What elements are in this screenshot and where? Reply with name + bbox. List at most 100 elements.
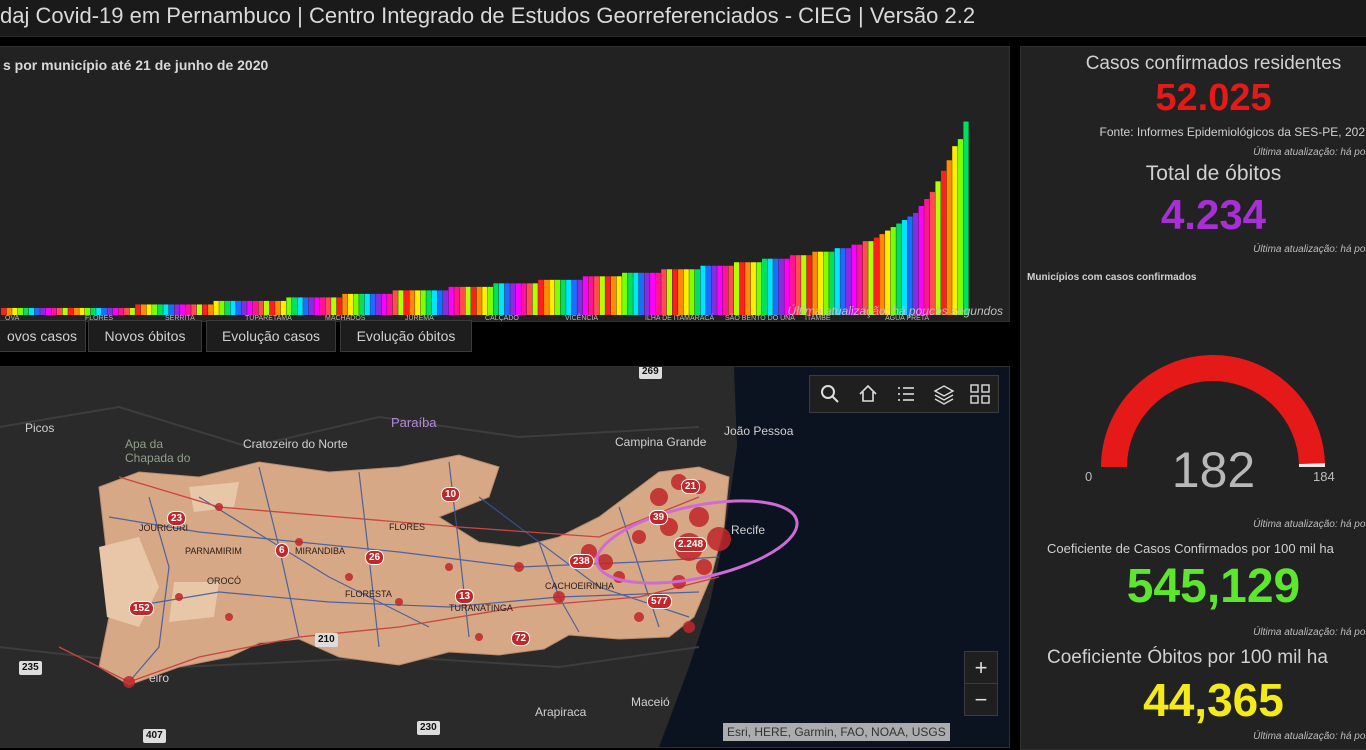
bar[interactable] (191, 304, 197, 315)
bar[interactable] (482, 286, 488, 315)
bar[interactable] (152, 304, 158, 315)
bar[interactable] (672, 269, 678, 315)
layers-icon[interactable] (930, 380, 958, 408)
bar[interactable] (12, 307, 18, 315)
bar[interactable] (633, 272, 639, 315)
bar[interactable] (610, 276, 617, 315)
case-badge[interactable]: 10 (441, 487, 461, 502)
bar[interactable] (543, 279, 549, 315)
bar[interactable] (616, 276, 622, 315)
bar[interactable] (263, 300, 270, 315)
bar[interactable] (538, 279, 544, 315)
bar[interactable] (706, 265, 712, 315)
bar-chart[interactable]: OVA FLORES SERRITA TUPARETAMA MACHADOS JUREMA… (0, 47, 1009, 321)
bar[interactable] (694, 269, 701, 315)
bar[interactable] (957, 139, 964, 315)
bar[interactable] (23, 307, 29, 315)
bar[interactable] (437, 290, 443, 315)
bar[interactable] (946, 160, 952, 315)
bar[interactable] (761, 258, 768, 315)
bar[interactable] (700, 265, 706, 315)
case-badge[interactable]: 238 (569, 554, 594, 569)
bar[interactable] (471, 286, 477, 315)
search-icon[interactable] (816, 380, 844, 408)
tab-new-deaths[interactable]: Novos óbitos (88, 320, 202, 352)
bar[interactable] (269, 300, 275, 315)
bar[interactable] (465, 286, 471, 315)
bar[interactable] (79, 307, 85, 315)
tab-new-cases[interactable]: ovos casos (0, 320, 86, 352)
bar[interactable] (168, 304, 175, 315)
bar[interactable] (6, 307, 12, 315)
bar[interactable] (678, 269, 684, 315)
bar[interactable] (896, 223, 902, 315)
bar[interactable] (387, 293, 393, 315)
bar[interactable] (431, 290, 438, 315)
bar[interactable] (291, 297, 298, 315)
bar[interactable] (717, 265, 723, 315)
bar[interactable] (638, 272, 645, 315)
bar[interactable] (644, 272, 650, 315)
bar[interactable] (118, 307, 124, 315)
bar[interactable] (241, 300, 247, 315)
bar[interactable] (381, 293, 387, 315)
bar[interactable] (252, 300, 258, 315)
bar[interactable] (392, 290, 398, 315)
bar[interactable] (96, 307, 102, 315)
bar[interactable] (28, 307, 35, 315)
bar[interactable] (403, 290, 410, 315)
bar[interactable] (594, 276, 600, 315)
bar[interactable] (107, 307, 113, 315)
case-badge[interactable]: 23 (167, 511, 187, 526)
bar[interactable] (952, 146, 958, 315)
bar[interactable] (722, 265, 728, 315)
bar[interactable] (577, 279, 583, 315)
bar[interactable] (498, 283, 505, 315)
bar[interactable] (45, 307, 51, 315)
bar[interactable] (303, 297, 309, 315)
bar[interactable] (34, 307, 40, 315)
bar[interactable] (101, 307, 107, 315)
bar[interactable] (129, 307, 135, 315)
bar[interactable] (504, 283, 510, 315)
bar[interactable] (879, 234, 885, 315)
bar[interactable] (487, 286, 493, 315)
bar[interactable] (174, 304, 180, 315)
bar[interactable] (599, 276, 605, 315)
bar[interactable] (146, 304, 152, 315)
map-canvas[interactable] (0, 367, 1009, 747)
bar[interactable] (308, 297, 314, 315)
map-view[interactable]: Picos Apa da Chapada do Cratozeiro do No… (0, 366, 1010, 748)
bar[interactable] (230, 300, 236, 315)
bar[interactable] (331, 297, 337, 315)
bar[interactable] (756, 262, 762, 315)
case-badge[interactable]: 6 (275, 543, 289, 558)
case-badge[interactable]: 26 (365, 550, 385, 565)
bar[interactable] (420, 290, 426, 315)
bar[interactable] (286, 297, 292, 315)
case-badge[interactable]: 13 (455, 589, 475, 604)
bar[interactable] (347, 293, 354, 315)
bar[interactable] (443, 290, 449, 315)
bar[interactable] (448, 286, 454, 315)
bar[interactable] (112, 307, 119, 315)
bar[interactable] (275, 300, 281, 315)
bar[interactable] (314, 297, 320, 315)
bar[interactable] (353, 293, 359, 315)
bar[interactable] (476, 286, 482, 315)
bar[interactable] (650, 272, 656, 315)
bar[interactable] (750, 262, 756, 315)
basemap-icon[interactable] (966, 380, 994, 408)
bar[interactable] (236, 300, 242, 315)
bar[interactable] (375, 293, 382, 315)
bar[interactable] (935, 181, 941, 315)
bar[interactable] (398, 290, 404, 315)
bar[interactable] (560, 279, 566, 315)
tab-deaths-evolution[interactable]: Evolução óbitos (340, 320, 472, 352)
bar[interactable] (185, 304, 191, 315)
bar[interactable] (728, 265, 734, 315)
bar[interactable] (890, 227, 896, 315)
bar[interactable] (924, 198, 930, 315)
case-badge[interactable]: 21 (681, 479, 701, 494)
bar[interactable] (907, 216, 913, 315)
